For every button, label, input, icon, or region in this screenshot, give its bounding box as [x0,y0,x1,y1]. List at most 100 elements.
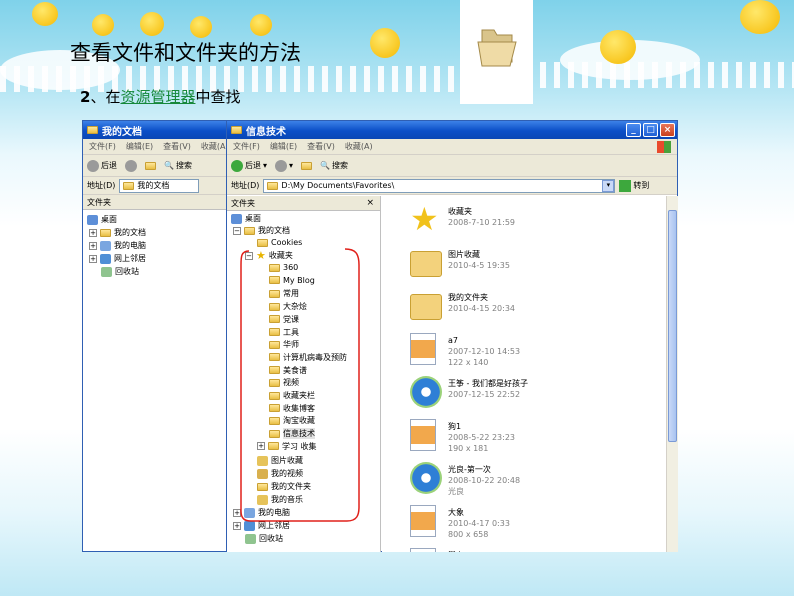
window-my-documents[interactable]: 我的文档 文件(F) 编辑(E) 查看(V) 收藏(A) 后退 🔍 搜索 地址(D… [82,120,232,552]
file-meta: 2008-7-10 21:59 [448,218,515,227]
computer-icon [100,240,111,251]
menu-view[interactable]: 查看(V) [163,141,191,152]
file-item[interactable]: 图片收藏 2010-4-5 19:35 [448,249,510,271]
folder-illustration [460,0,533,104]
file-item[interactable]: 瀑布2 [448,550,469,552]
tree-label: Cookies [271,238,303,247]
windows-logo-icon [657,140,671,153]
chick-decoration [600,30,636,64]
file-meta: 190 x 181 [448,444,489,453]
menu-edit[interactable]: 编辑(E) [270,141,297,152]
dropdown-arrow-icon[interactable]: ▾ [263,161,267,170]
go-arrow-icon [619,179,632,192]
forward-button[interactable] [125,159,137,172]
menu-view[interactable]: 查看(V) [307,141,335,152]
expand-icon[interactable]: + [89,241,97,250]
expand-icon[interactable]: + [89,228,97,237]
image-file-icon[interactable] [410,333,436,365]
chick-decoration [190,16,212,38]
address-input[interactable]: D:\My Documents\Favorites\ ▾ [263,178,616,193]
slide-title: 查看文件和文件夹的方法 [70,41,301,65]
close-pane-icon[interactable]: × [366,198,380,208]
folder-icon[interactable] [410,294,442,320]
window-info-tech[interactable]: 信息技术 _ □ × 文件(F) 编辑(E) 查看(V) 收藏(A) 后退 ▾ ▾… [226,120,678,552]
recycle-bin-icon [101,266,112,277]
file-meta: 2010-4-5 19:35 [448,261,510,270]
expand-icon[interactable]: + [89,254,97,263]
file-item[interactable]: 我的文件夹 2010-4-15 20:34 [448,292,515,314]
media-file-icon[interactable] [410,462,442,494]
tree-my-documents[interactable]: + 我的文档 [89,227,146,238]
file-item[interactable]: 光良-第一次 2008-10-22 20:48 光良 [448,464,520,497]
menu-bar: 文件(F) 编辑(E) 查看(V) 收藏(A) [83,139,231,155]
menu-favorites[interactable]: 收藏(A) [345,141,373,152]
search-button[interactable]: 🔍 搜索 [164,160,192,171]
file-meta: 2007-12-15 22:52 [448,390,521,399]
image-file-icon[interactable] [410,419,436,451]
back-arrow-icon [87,159,99,172]
tree-desktop[interactable]: 桌面 [231,213,261,224]
file-item[interactable]: 王筝 - 我们都是好孩子 2007-12-15 22:52 [448,378,528,400]
close-button[interactable]: × [660,123,675,137]
back-button[interactable]: 后退 [87,159,117,172]
minimize-button[interactable]: _ [626,123,641,137]
chick-decoration [92,14,114,36]
file-meta: 2008-5-22 23:23 [448,433,515,442]
vertical-scrollbar[interactable] [666,196,678,552]
search-label: 搜索 [332,161,348,170]
maximize-button[interactable]: □ [643,123,658,137]
tree-cookies[interactable]: Cookies [257,238,302,247]
collapse-icon[interactable]: − [233,226,241,235]
title-bar[interactable]: 我的文档 [83,121,231,139]
file-item[interactable]: 大象 2010-4-17 0:33 800 x 658 [448,507,510,540]
title-bar[interactable]: 信息技术 _ □ × [227,121,677,139]
menu-file[interactable]: 文件(F) [233,141,260,152]
menu-edit[interactable]: 编辑(E) [126,141,153,152]
up-button[interactable] [145,161,156,170]
tree-desktop[interactable]: 桌面 [87,214,117,225]
search-button[interactable]: 🔍 搜索 [320,160,348,171]
address-label: 地址(D) [231,181,260,190]
tree-network[interactable]: + 网上邻居 [89,253,146,264]
tree-label: 桌面 [101,215,117,224]
image-file-icon[interactable] [410,548,436,552]
tree-my-computer[interactable]: + 我的电脑 [89,240,146,251]
file-name: 狗1 [448,422,462,431]
tree-recycle-bin[interactable]: 回收站 [245,533,283,544]
file-item[interactable]: a7 2007-12-10 14:53 122 x 140 [448,335,520,368]
dropdown-arrow-icon[interactable]: ▾ [289,161,293,170]
go-label: 转到 [633,181,650,190]
explorer-link[interactable]: 资源管理器 [120,88,195,106]
address-label: 地址(D) [87,181,116,190]
back-label: 后退 [245,161,261,170]
address-input[interactable]: 我的文档 [119,178,200,193]
address-value: 我的文档 [137,181,170,190]
up-button[interactable] [301,161,313,170]
back-button[interactable]: 后退 ▾ [231,159,267,172]
folder-icon [257,238,268,247]
tree-recycle-bin[interactable]: 回收站 [101,266,139,277]
tree-label: 回收站 [115,267,139,276]
file-meta: 2010-4-17 0:33 [448,519,510,528]
chick-decoration [140,12,164,36]
media-file-icon[interactable] [410,376,442,408]
go-button[interactable]: 转到 [619,179,650,192]
address-dropdown-icon[interactable]: ▾ [602,179,615,192]
file-item[interactable]: 收藏夹 2008-7-10 21:59 [448,206,515,228]
favorites-star-icon[interactable]: ★ [410,203,442,236]
file-item[interactable]: 狗1 2008-5-22 23:23 190 x 181 [448,421,515,454]
folder-tree: 桌面 + 我的文档 + 我的电脑 + 网上邻居 回收站 [83,210,231,540]
scrollbar-thumb[interactable] [668,210,677,442]
chick-decoration [370,28,400,58]
image-file-icon[interactable] [410,505,436,537]
menu-favorites[interactable]: 收藏(A) [201,141,229,152]
tree-my-documents[interactable]: − 我的文档 [233,225,290,236]
menu-file[interactable]: 文件(F) [89,141,116,152]
step-text: 2、在资源管理器中查找 [80,86,240,107]
fence-decoration [540,62,794,88]
folder-icon[interactable] [410,251,442,277]
network-icon [100,253,111,264]
address-bar: 地址(D) D:\My Documents\Favorites\ ▾ 转到 [227,177,677,195]
forward-button[interactable]: ▾ [275,159,293,172]
folder-icon [231,126,242,134]
